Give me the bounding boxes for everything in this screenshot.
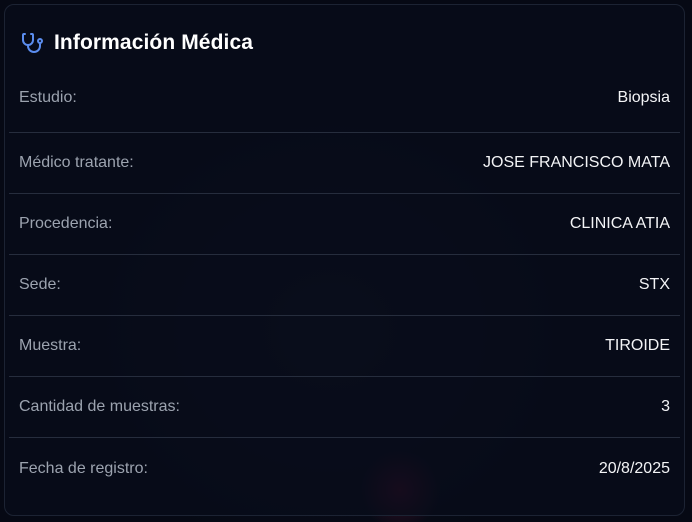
- row-value: 3: [661, 398, 670, 415]
- row-label: Médico tratante:: [19, 154, 134, 171]
- row-value: JOSE FRANCISCO MATA: [483, 154, 670, 171]
- row-value: TIROIDE: [605, 337, 670, 354]
- row-label: Cantidad de muestras:: [19, 398, 180, 415]
- row-value: Biopsia: [617, 89, 670, 106]
- card-header: Información Médica: [19, 27, 253, 59]
- row-label: Procedencia:: [19, 215, 113, 232]
- row-value: 20/8/2025: [598, 459, 670, 477]
- card-title: Información Médica: [54, 31, 254, 54]
- row-label: Sede:: [19, 276, 61, 293]
- row-label: Muestra:: [19, 337, 82, 354]
- row-label: Fecha de registro:: [19, 459, 148, 477]
- stethoscope-icon: [19, 30, 45, 56]
- info-row-muestra: Muestra: TIROIDE: [9, 316, 680, 377]
- info-row-estudio: Estudio: Biopsia: [9, 72, 680, 133]
- row-value: CLINICA ATIA: [569, 215, 670, 232]
- info-rows: Estudio: Biopsia Médico tratante: JOSE F…: [9, 72, 680, 499]
- row-label: Estudio:: [19, 89, 77, 106]
- info-row-procedencia: Procedencia: CLINICA ATIA: [9, 194, 680, 255]
- medical-info-card: Información Médica Estudio: Biopsia Médi…: [4, 4, 685, 516]
- info-row-cantidad: Cantidad de muestras: 3: [9, 377, 680, 438]
- info-row-sede: Sede: STX: [9, 255, 680, 316]
- row-value: STX: [638, 276, 670, 293]
- info-row-fecha: Fecha de registro: 20/8/2025: [9, 438, 680, 499]
- info-row-medico: Médico tratante: JOSE FRANCISCO MATA: [9, 133, 680, 194]
